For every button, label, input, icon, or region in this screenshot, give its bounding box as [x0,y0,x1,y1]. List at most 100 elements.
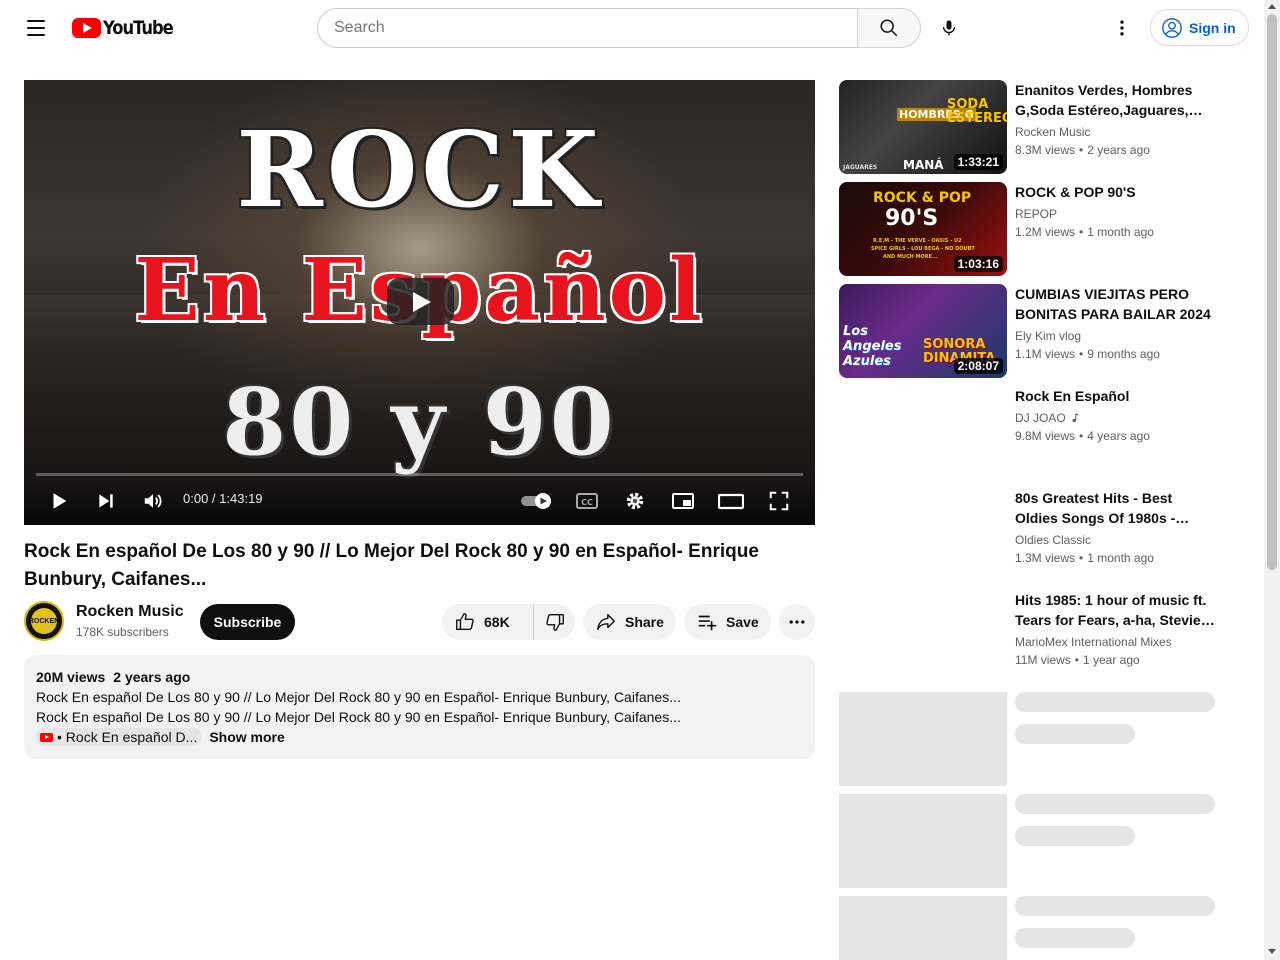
search-box [317,8,858,48]
thumb-text: AND MUCH MORE... [883,254,938,260]
mute-button[interactable] [135,483,171,519]
dislike-button[interactable] [534,604,575,640]
recommendation-views: 8.3M views [1015,143,1076,157]
page-scrollbar-thumb[interactable] [1267,14,1277,570]
gear-icon [626,492,644,510]
description-line: Rock En español De Los 80 y 90 // Lo Mej… [36,709,681,725]
duration-badge: 2:08:07 [953,358,1003,374]
logo-text: YouTube [103,17,174,39]
recommendation-age: 2 years ago [1087,143,1150,157]
thumb-text: JAGUARES [843,164,878,171]
recommendation-views: 1.2M views [1015,225,1076,239]
youtube-logo[interactable]: YouTube [72,17,184,39]
channel-name[interactable]: Rocken Music [76,603,184,621]
subscribe-button[interactable]: Subscribe [200,604,295,640]
thumb-text: SODA ESTEREO [947,97,1007,126]
recommendation-stats: 11M views • 1 year ago [1015,653,1140,667]
youtube-logo-icon [72,18,101,38]
recommendation-item[interactable]: Hits 1985: 1 hour of music ft. Tears for… [839,590,1219,684]
playlist-add-icon [698,615,717,631]
recommendation-channel-name: Ely Kim vlog [1015,329,1082,343]
settings-more-button[interactable] [1102,8,1142,48]
like-count: 68K [484,614,510,630]
more-vert-icon [1120,20,1124,36]
recommendation-thumbnail: HOMBRES G SODA ESTEREO MANÁ JAGUARES 1:3… [839,80,1007,174]
captions-button[interactable]: CC [569,483,605,519]
settings-button[interactable] [617,483,653,519]
video-title: Rock En español De Los 80 y 90 // Lo Mej… [24,541,759,590]
captions-icon: CC [576,493,598,509]
recommendation-channel: Oldies Classic [1015,533,1091,547]
scroll-up-arrow-icon[interactable] [1268,4,1276,9]
search-input[interactable] [334,19,858,37]
recommendation-item[interactable]: Rock En Español DJ JOAO 9.8M views • 4 yea… [839,386,1219,480]
recommendation-stats: 1.1M views • 9 months ago [1015,347,1160,361]
thumb-text: R.E.M - THE VERVE - OASIS - U2 [873,238,962,244]
subscriber-count: 178K subscribers [76,625,169,639]
youtube-mini-icon [40,732,53,742]
volume-icon [144,494,162,508]
skip-next-icon [99,494,113,508]
menu-icon[interactable] [16,8,56,48]
recommendation-channel-name: DJ JOAO [1015,411,1066,425]
save-button[interactable]: Save [684,604,771,640]
large-play-button[interactable] [387,278,454,325]
sign-in-button[interactable]: Sign in [1150,9,1249,46]
thumb-text: Los Angeles Azules [843,324,902,369]
recommendation-channel: Ely Kim vlog [1015,329,1081,343]
recommendation-item[interactable]: ROCK & POP 90'S R.E.M - THE VERVE - OASI… [839,182,1219,276]
like-dislike-group: 68K [442,604,575,640]
recommendation-channel: MarioMex International Mixes [1015,635,1172,649]
progress-bar[interactable] [36,473,803,476]
recommendation-channel-name: Oldies Classic [1015,533,1092,547]
thumb-text: 90'S [885,206,939,231]
recommendation-stats: 1.2M views • 1 month ago [1015,225,1154,239]
time-current: 0:00 [183,491,209,506]
recommendation-title: ROCK & POP 90'S [1015,184,1136,200]
thumbs-down-icon [545,613,564,631]
recommendation-views: 11M views [1015,653,1071,667]
player-controls: 0:00 / 1:43:19 CC [24,477,815,525]
video-link-text: • Rock En español D... [57,729,198,745]
recommendation-channel: DJ JOAO [1015,411,1080,425]
more-actions-button[interactable] [779,604,815,640]
video-player[interactable]: ROCK En Español 80 y 90 0:00 / 1:43:19 C… [24,80,815,525]
miniplayer-icon [672,493,694,509]
scroll-down-arrow-icon[interactable] [1268,949,1276,954]
skeleton-title [1015,896,1215,916]
page-scrollbar-track[interactable] [1264,0,1280,960]
recommendation-item[interactable]: HOMBRES G SODA ESTEREO MANÁ JAGUARES 1:3… [839,80,1219,174]
thumbnail-text-decades: 80 y 90 [222,368,617,476]
recommendation-item[interactable]: Los Angeles Azules SONORA DINAMITA 2:08:… [839,284,1219,378]
thumb-text: MANÁ [903,158,944,172]
play-button[interactable] [41,483,77,519]
miniplayer-button[interactable] [665,483,701,519]
video-link-chip[interactable]: • Rock En español D... [36,728,202,746]
like-button[interactable]: 68K [442,604,534,640]
search-button[interactable] [857,8,921,48]
svg-text:CC: CC [581,498,593,507]
show-more-button[interactable]: Show more [209,727,284,747]
recommendation-channel: REPOP [1015,207,1057,221]
recommendation-title: Rock En Español [1015,388,1130,404]
description-box[interactable]: 20M views 2 years ago Rock En español De … [24,655,815,759]
voice-search-button[interactable] [929,8,969,48]
microphone-icon [942,20,956,36]
fullscreen-button[interactable] [761,483,797,519]
channel-avatar[interactable]: ROCKEN [24,601,64,641]
theater-mode-button[interactable] [713,483,749,519]
description-line: Rock En español De Los 80 y 90 // Lo Mej… [36,689,681,705]
share-icon [597,613,615,631]
recommendation-channel-name: MarioMex International Mixes [1015,635,1172,649]
music-note-icon [1072,413,1079,423]
next-button[interactable] [88,483,124,519]
share-button[interactable]: Share [583,604,676,640]
recommendation-views: 9.8M views [1015,429,1076,443]
skeleton-thumbnail [839,794,1007,888]
skeleton-meta [1015,826,1135,846]
skeleton-thumbnail [839,692,1007,786]
recommendation-stats: 9.8M views • 4 years ago [1015,429,1150,443]
autoplay-toggle[interactable] [517,483,557,519]
recommendation-item[interactable]: 80s Greatest Hits - Best Oldies Songs Of… [839,488,1219,582]
recommendation-stats: 8.3M views • 2 years ago [1015,143,1150,157]
